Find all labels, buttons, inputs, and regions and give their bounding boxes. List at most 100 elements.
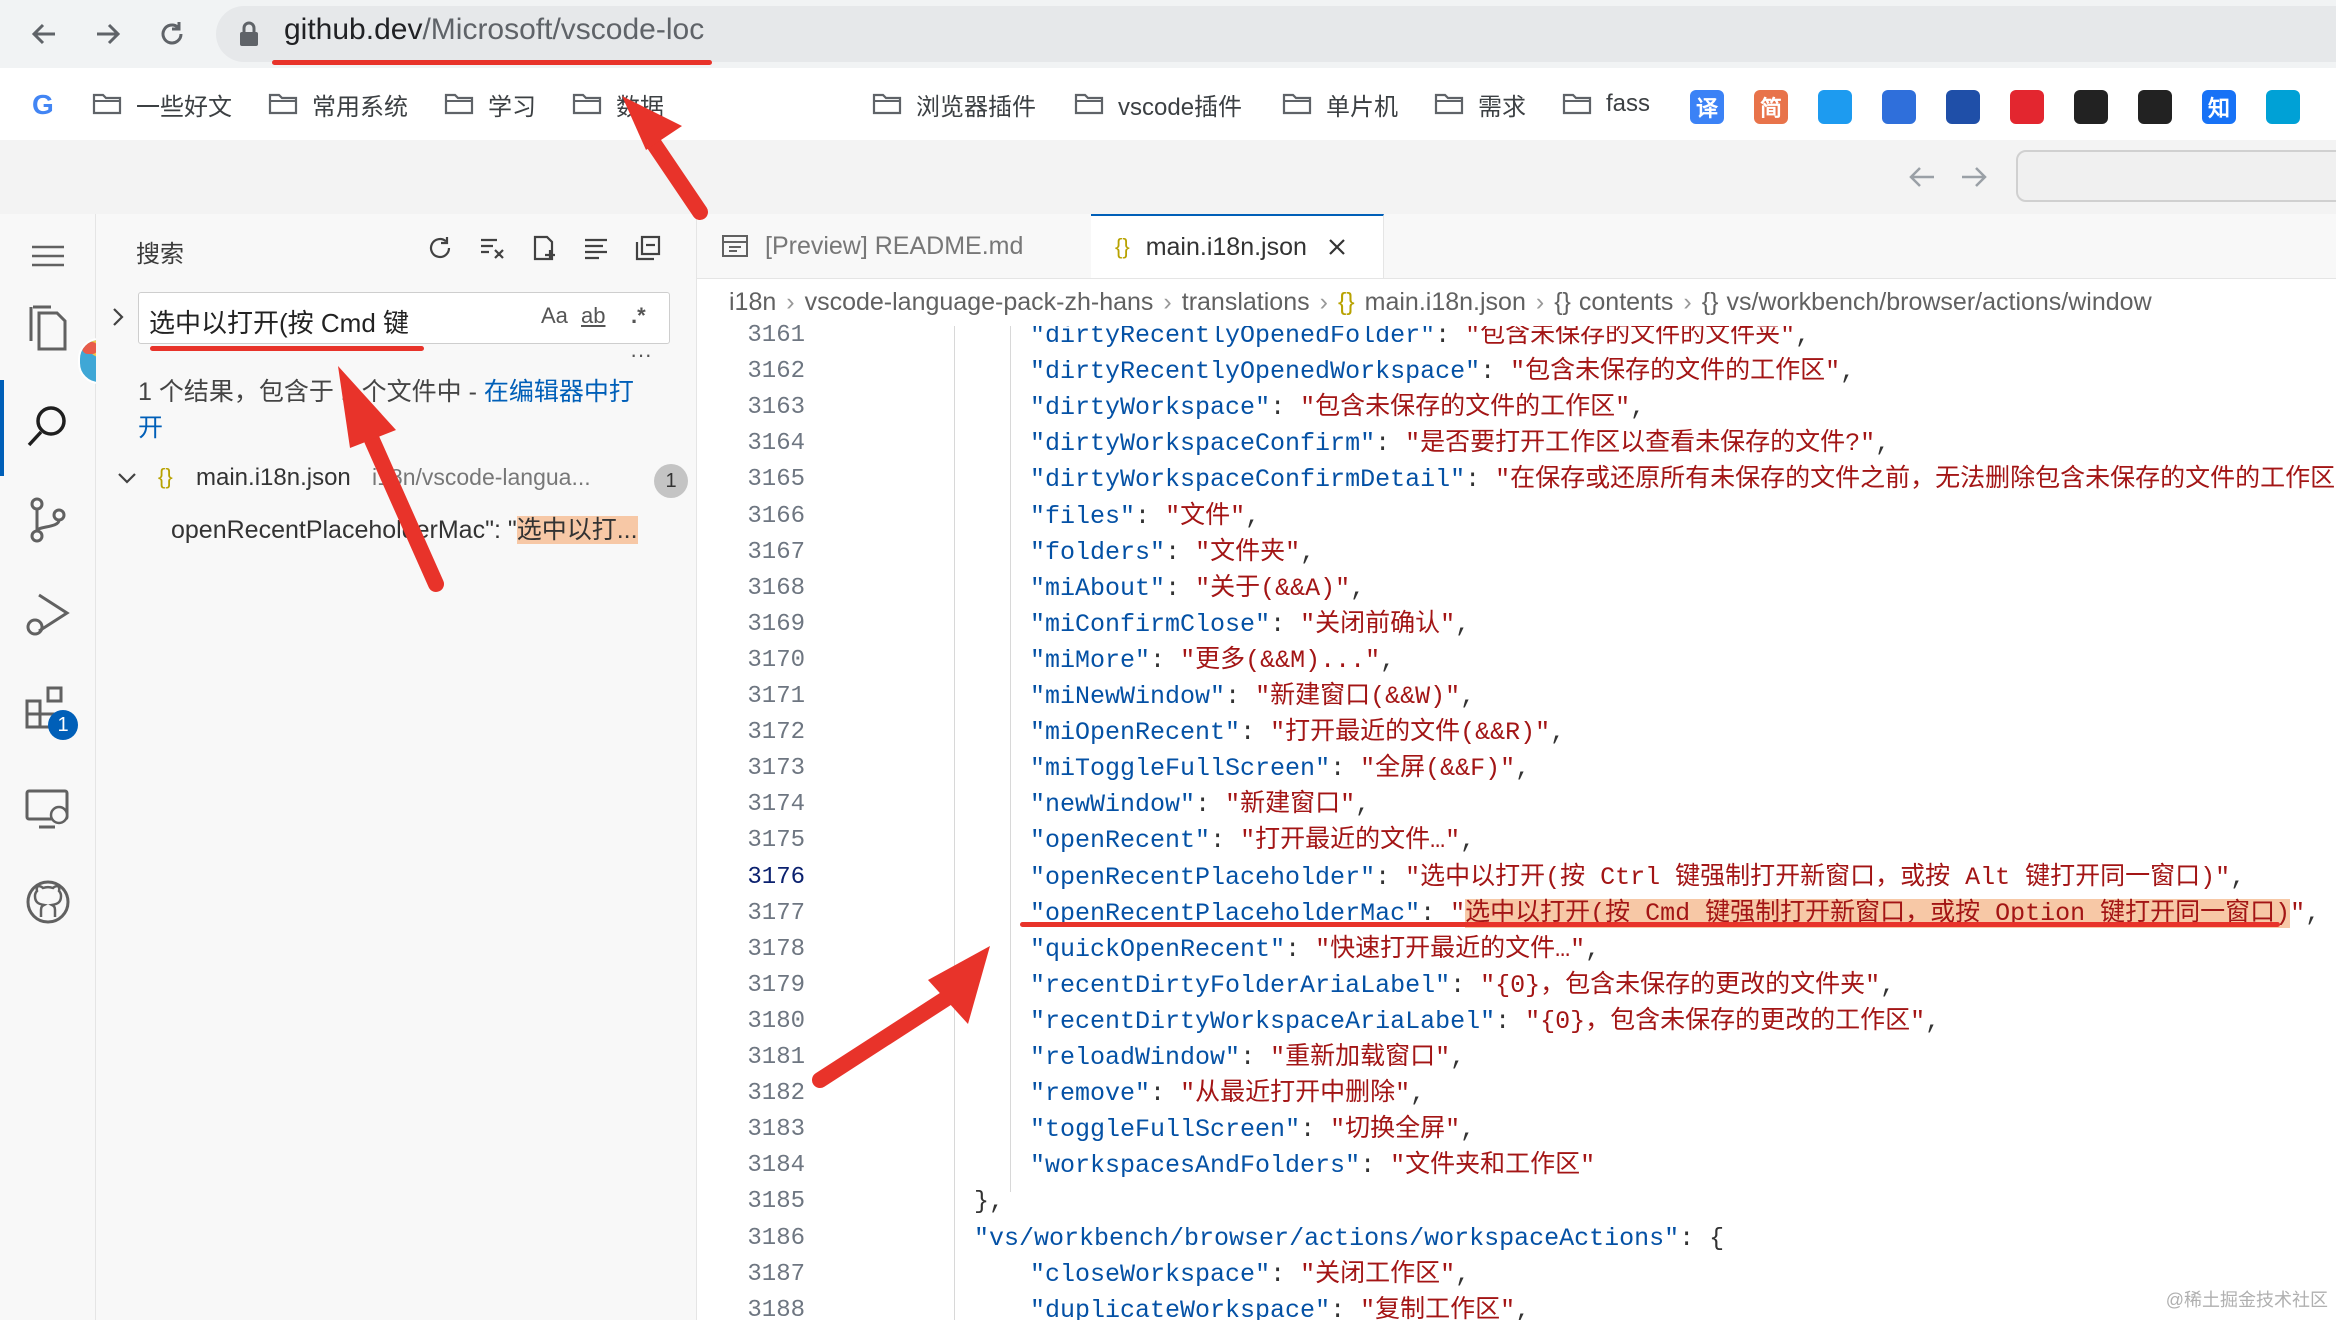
m-icon[interactable] (1946, 90, 1980, 124)
code-line: "recentDirtyWorkspaceAriaLabel": "{0}，包含… (1030, 1006, 1941, 1036)
url-text[interactable]: github.dev/Microsoft/vscode-loc (284, 13, 704, 47)
code-key: openRecent (1045, 826, 1196, 856)
code-key: folders (1045, 537, 1151, 567)
tab-main-i18n-json[interactable]: {} main.i18n.json (1091, 214, 1384, 278)
search-view-button[interactable] (20, 398, 76, 454)
bookmark-folder[interactable]: 需求 (1434, 86, 1526, 122)
run-debug-button[interactable] (20, 586, 76, 642)
bookmark-folder[interactable]: 学习 (444, 86, 536, 122)
history-back-icon[interactable] (1906, 162, 1938, 192)
code-value: 包含未保存的文件的工作区 (1315, 393, 1616, 423)
remote-explorer-button[interactable] (20, 780, 76, 836)
result-count-badge: 1 (654, 464, 688, 498)
code-value: 新建窗口 (1240, 790, 1341, 820)
search-icon (27, 406, 66, 447)
line-number: 3161 (747, 322, 805, 349)
chevron-right-icon[interactable] (108, 306, 128, 328)
code-line: "dirtyRecentlyOpenedWorkspace": "包含未保存的文… (1030, 357, 1856, 387)
layers-icon[interactable] (1882, 90, 1916, 124)
zhihu-icon[interactable]: 知 (2202, 90, 2236, 124)
breadcrumb-item[interactable]: contents (1579, 288, 1674, 316)
code-line: }, (974, 1184, 1004, 1220)
clear-results-button[interactable] (474, 230, 510, 266)
line-number: 3162 (747, 358, 805, 386)
tab-readme-preview[interactable]: [Preview] README.md (697, 214, 1092, 278)
c-icon[interactable] (2138, 90, 2172, 124)
view-as-tree-button[interactable] (578, 230, 614, 266)
bookmark-folder[interactable]: 浏览器插件 (872, 86, 1036, 122)
arrow-right-icon (97, 23, 121, 45)
search-input[interactable]: 选中以打开(按 Cmd 键 Aa ab .* (138, 292, 670, 344)
line-number: 3176 (747, 863, 805, 891)
match-whole-word-toggle[interactable]: ab (581, 303, 605, 329)
github-icon[interactable] (2074, 90, 2108, 124)
github-dev-toolbar (0, 140, 2336, 214)
line-number-gutter: 3161 3162 3163 3164 3165 3166 3167 3168 3169 3170… (697, 322, 847, 1324)
line-number: 3172 (747, 719, 805, 747)
n-icon[interactable] (2010, 90, 2044, 124)
line-number: 3165 (747, 466, 805, 494)
bird-icon[interactable] (1818, 90, 1852, 124)
google-icon: G (32, 89, 54, 119)
search-input-value: 选中以打开(按 Cmd 键 (149, 308, 410, 338)
code-punct: , (1840, 357, 1856, 387)
breadcrumb-item[interactable]: vs/workbench/browser/actions/window (1726, 288, 2151, 316)
line-number: 3185 (747, 1188, 805, 1216)
code-key: closeWorkspace (1045, 1259, 1256, 1289)
code-value: 关闭工作区 (1315, 1259, 1441, 1289)
menu-button[interactable] (20, 228, 76, 284)
code-punct: , (1460, 682, 1476, 711)
history-forward-icon[interactable] (1958, 162, 1990, 192)
collapse-all-button[interactable] (630, 230, 666, 266)
code-key: quickOpenRecent (1045, 934, 1271, 964)
code-punct: , (1410, 1079, 1426, 1109)
folder-icon (572, 93, 602, 115)
breadcrumb-item[interactable]: translations (1182, 288, 1310, 316)
reload-button[interactable] (152, 14, 192, 54)
code-editor[interactable]: "dirtyRecentlyOpenedFolder": "包含未保存的文件的文… (850, 326, 2336, 1320)
browser-toolbar: github.dev/Microsoft/vscode-loc (0, 0, 2336, 68)
code-punct: }, (974, 1187, 1005, 1217)
new-search-editor-button[interactable] (526, 230, 562, 266)
bookmark-folder[interactable]: 单片机 (1282, 86, 1398, 122)
results-count-text: 1 个结果，包含于 1 个文件中 - (138, 378, 484, 406)
line-number: 3184 (747, 1152, 805, 1180)
breadcrumb-item[interactable]: main.i18n.json (1365, 288, 1526, 316)
files-icon (29, 305, 67, 351)
bookmark-folder[interactable]: fass (1562, 86, 1650, 122)
back-button[interactable] (24, 14, 64, 54)
result-file-row[interactable]: {} main.i18n.json i18n/vscode-langua... … (116, 460, 696, 500)
explorer-button[interactable] (20, 300, 76, 356)
bilibili-icon[interactable] (2266, 90, 2300, 124)
bookmark-folder[interactable]: vscode插件 (1074, 86, 1242, 122)
github-button[interactable] (20, 874, 76, 930)
bookmark-folder[interactable]: 常用系统 (268, 86, 408, 122)
regex-toggle[interactable]: .* (631, 303, 646, 329)
bookmark-folder[interactable]: 一些好文 (92, 86, 232, 122)
close-icon[interactable] (1327, 237, 1347, 257)
code-key: vs/workbench/browser/actions/workspaceAc… (989, 1223, 1665, 1253)
code-value: 在保存或还原所有未保存的文件之前，无法删除包含未保存的文件的工作区。 (1510, 465, 2336, 495)
code-punct: , (1460, 1115, 1476, 1145)
source-control-button[interactable] (20, 492, 76, 548)
match-case-toggle[interactable]: Aa (541, 303, 568, 329)
translate-icon[interactable]: 译 (1690, 90, 1724, 124)
code-line: "miConfirmClose": "关闭前确认", (1030, 609, 1471, 639)
bookmark-folder[interactable]: 数据 (572, 86, 664, 122)
simplified-icon[interactable]: 简 (1754, 90, 1788, 124)
code-key: newWindow (1045, 790, 1181, 820)
refresh-button[interactable] (422, 230, 458, 266)
code-line: "openRecent": "打开最近的文件…", (1030, 826, 1476, 856)
code-key: miOpenRecent (1045, 718, 1226, 748)
code-value: 选中以打开(按 Ctrl 键强制打开新窗口，或按 Alt 键打开同一窗口) (1420, 862, 2216, 892)
toggle-search-details[interactable]: ··· (630, 342, 652, 368)
breadcrumb-item[interactable]: vscode-language-pack-zh-hans (805, 288, 1154, 316)
code-punct: , (1245, 501, 1261, 531)
command-center[interactable] (2016, 150, 2336, 202)
breadcrumb-item[interactable]: i18n (729, 288, 776, 316)
google-bookmark[interactable]: G (28, 86, 58, 122)
result-match-row[interactable]: openRecentPlaceholderMac": "选中以打... (171, 510, 695, 550)
code-line: "files": "文件", (1030, 501, 1261, 531)
forward-button[interactable] (88, 14, 128, 54)
extensions-button[interactable]: 1 (20, 680, 78, 740)
